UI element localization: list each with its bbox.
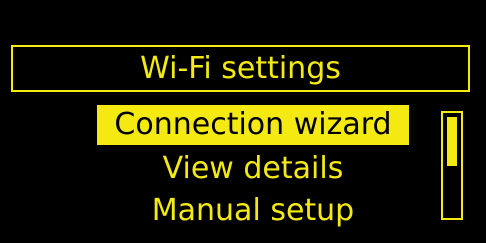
wifi-settings-screen: Wi-Fi settings Connection wizard View de… xyxy=(0,0,486,243)
scrollbar[interactable] xyxy=(441,111,463,220)
menu-item-label: View details xyxy=(162,151,344,186)
menu-item-label: Manual setup xyxy=(151,193,355,228)
scrollbar-thumb[interactable] xyxy=(447,117,457,166)
title-bar: Wi-Fi settings xyxy=(11,45,470,92)
page-title: Wi-Fi settings xyxy=(140,50,341,86)
menu-item-label: Connection wizard xyxy=(114,107,392,142)
menu-item-manual-setup[interactable]: Manual setup xyxy=(97,191,409,231)
menu-item-connection-wizard[interactable]: Connection wizard xyxy=(97,105,409,145)
menu-item-view-details[interactable]: View details xyxy=(97,149,409,189)
